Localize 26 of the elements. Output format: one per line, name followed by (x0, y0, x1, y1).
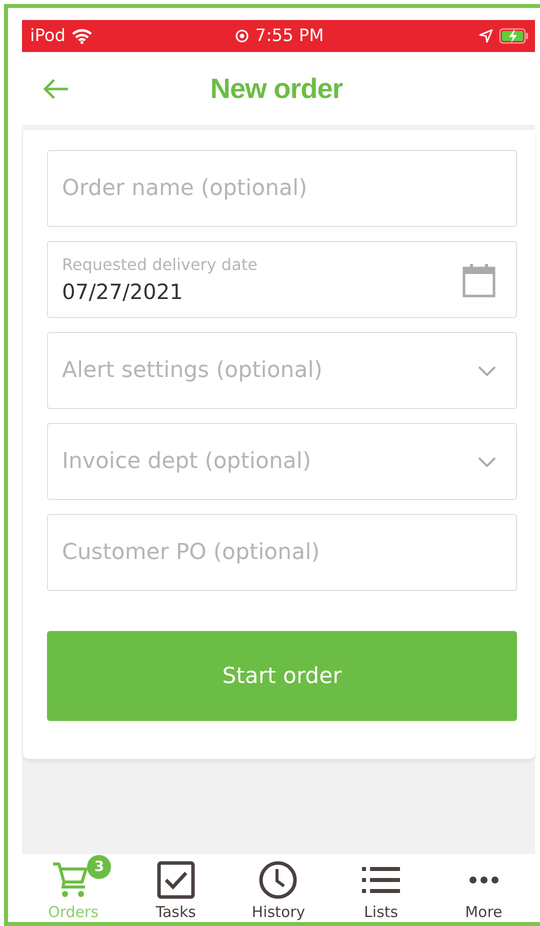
input-field[interactable]: Order name (optional) (47, 150, 517, 227)
date-field[interactable]: Requested delivery date 07/27/2021 (47, 241, 517, 318)
battery-charging-icon (499, 28, 529, 44)
tab[interactable]: More (438, 854, 529, 922)
field-placeholder: Invoice dept (optional) (62, 449, 312, 474)
location-icon (479, 29, 493, 43)
chevron-down-icon (478, 366, 496, 376)
field-value: 07/27/2021 (62, 280, 184, 304)
wifi-icon (72, 28, 92, 44)
checkbox-icon (156, 860, 196, 900)
tab[interactable]: Tasks (130, 854, 221, 922)
device-name: iPod (30, 26, 66, 46)
input-field[interactable]: Customer PO (optional) (47, 514, 517, 591)
field-placeholder: Alert settings (optional) (62, 358, 322, 383)
clock-icon (258, 860, 298, 900)
tab[interactable]: Lists (336, 854, 426, 922)
tab[interactable]: History (233, 854, 324, 922)
chevron-down-icon (478, 456, 496, 466)
more-icon (468, 876, 499, 884)
lock-rotation-icon (235, 29, 250, 43)
list-icon (361, 865, 402, 895)
field-label: Requested delivery date (62, 255, 258, 274)
calendar-icon (462, 262, 496, 298)
screen-title: New order (209, 72, 344, 104)
count-badge: 3 (87, 855, 112, 879)
status-time: 7:55 PM (255, 26, 324, 46)
